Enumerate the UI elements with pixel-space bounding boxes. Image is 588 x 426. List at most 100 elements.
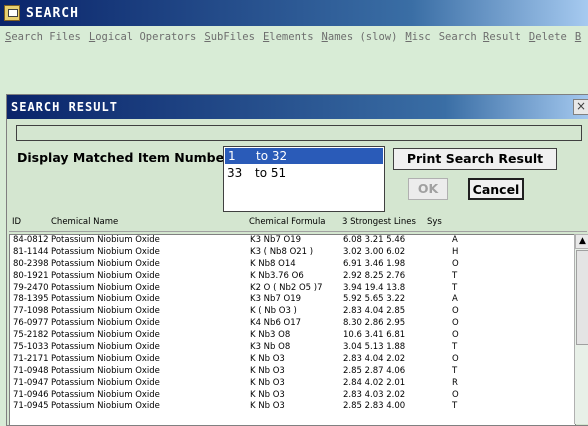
- menu-item[interactable]: Search Files: [5, 31, 81, 43]
- print-search-result-button[interactable]: Print Search Result: [393, 148, 557, 170]
- results-list[interactable]: 84-0812 Potassium Niobium Oxide K3 Nb7 O19…: [9, 234, 576, 426]
- col-chemical-formula[interactable]: Chemical Formula: [249, 217, 326, 227]
- cell-name: Potassium Niobium Oxide: [51, 306, 160, 317]
- table-row[interactable]: 80-2398 Potassium Niobium Oxide K Nb8 O14 6…: [10, 259, 575, 271]
- cell-lines: 10.6 3.41 6.81: [343, 330, 406, 341]
- cell-id: 76-0977: [13, 318, 49, 329]
- table-row[interactable]: 75-2182 Potassium Niobium Oxide K Nb3 O8 10…: [10, 330, 575, 342]
- title-bar: SEARCH: [0, 0, 588, 26]
- col-chemical-name[interactable]: Chemical Name: [51, 217, 118, 227]
- cell-name: Potassium Niobium Oxide: [51, 353, 160, 364]
- range-listbox[interactable]: 1 to 32 33 to 51: [223, 146, 385, 212]
- display-matched-label: Display Matched Item Number:: [17, 150, 236, 165]
- table-row[interactable]: 75-1033 Potassium Niobium Oxide K3 Nb O8 3.…: [10, 342, 575, 354]
- table-row[interactable]: 77-1098 Potassium Niobium Oxide K ( Nb O3 …: [10, 306, 575, 318]
- col-id[interactable]: ID: [12, 217, 21, 227]
- table-row[interactable]: 71-0948 Potassium Niobium Oxide K Nb O3 2.8…: [10, 366, 575, 378]
- cell-sys: A: [452, 235, 458, 245]
- table-row[interactable]: 84-0812 Potassium Niobium Oxide K3 Nb7 O19…: [10, 235, 575, 247]
- status-field: [16, 125, 582, 141]
- scroll-up-arrow-icon[interactable]: ▲: [575, 234, 588, 249]
- cell-formula: K3 Nb7 O19: [250, 294, 302, 305]
- cell-lines: 2.85 2.83 4.00: [343, 401, 406, 412]
- cell-lines: 2.92 8.25 2.76: [343, 270, 406, 281]
- vertical-scrollbar[interactable]: ▲: [574, 234, 588, 424]
- cell-id: 84-0812: [13, 235, 49, 245]
- table-row[interactable]: 79-2470 Potassium Niobium Oxide K2 O ( Nb2…: [10, 283, 575, 295]
- cell-sys: T: [452, 342, 458, 353]
- cell-name: Potassium Niobium Oxide: [51, 342, 160, 353]
- search-result-dialog: SEARCH RESULT × Display Matched Item Num…: [6, 94, 588, 426]
- cell-id: 71-0946: [13, 389, 49, 400]
- table-row[interactable]: 78-1395 Potassium Niobium Oxide K3 Nb7 O19…: [10, 294, 575, 306]
- cell-id: 78-1395: [13, 294, 49, 305]
- range-item[interactable]: 1 to 32: [225, 148, 383, 164]
- cell-name: Potassium Niobium Oxide: [51, 270, 160, 281]
- cell-sys: T: [452, 365, 458, 376]
- cell-formula: K Nb O3: [250, 377, 285, 388]
- cell-formula: K3 ( Nb8 O21 ): [250, 246, 314, 257]
- menu-item[interactable]: Elements: [263, 31, 314, 43]
- menu-item[interactable]: Names (slow): [322, 31, 398, 43]
- column-header: ID Chemical Name Chemical Formula 3 Stro…: [7, 217, 588, 231]
- cell-sys: H: [452, 246, 459, 257]
- menu-item[interactable]: Logical Operators: [89, 31, 196, 43]
- cell-sys: O: [452, 318, 459, 329]
- cell-formula: K Nb O3: [250, 401, 285, 412]
- cell-lines: 8.30 2.86 2.95: [343, 318, 406, 329]
- cell-name: Potassium Niobium Oxide: [51, 294, 160, 305]
- cell-formula: K4 Nb6 O17: [250, 318, 302, 329]
- menu-item[interactable]: Search Result: [439, 31, 521, 43]
- table-row[interactable]: 71-0945 Potassium Niobium Oxide K Nb O3 2.8…: [10, 401, 575, 413]
- table-row[interactable]: 81-1144 Potassium Niobium Oxide K3 ( Nb8 O…: [10, 247, 575, 259]
- table-row[interactable]: 76-0977 Potassium Niobium Oxide K4 Nb6 O17…: [10, 318, 575, 330]
- cell-id: 71-0948: [13, 365, 49, 376]
- col-sys[interactable]: Sys: [427, 217, 442, 227]
- cell-sys: T: [452, 282, 458, 293]
- cell-sys: A: [452, 294, 458, 305]
- cell-name: Potassium Niobium Oxide: [51, 389, 160, 400]
- close-icon[interactable]: ×: [573, 99, 588, 115]
- table-row[interactable]: 71-0946 Potassium Niobium Oxide K Nb O3 2.8…: [10, 390, 575, 402]
- cell-sys: O: [452, 258, 459, 269]
- cell-id: 77-1098: [13, 306, 49, 317]
- table-row[interactable]: 71-2171 Potassium Niobium Oxide K Nb O3 2.8…: [10, 354, 575, 366]
- cell-name: Potassium Niobium Oxide: [51, 330, 160, 341]
- cell-sys: O: [452, 353, 459, 364]
- cell-formula: K Nb3.76 O6: [250, 270, 304, 281]
- menu-item[interactable]: SubFiles: [204, 31, 255, 43]
- cell-lines: 2.84 4.02 2.01: [343, 377, 406, 388]
- range-item[interactable]: 33 to 51: [224, 165, 384, 181]
- cell-id: 75-2182: [13, 330, 49, 341]
- menu-item[interactable]: Delete: [529, 31, 567, 43]
- scroll-thumb[interactable]: [576, 250, 588, 345]
- app-icon: [4, 5, 20, 21]
- cell-name: Potassium Niobium Oxide: [51, 318, 160, 329]
- cell-name: Potassium Niobium Oxide: [51, 246, 160, 257]
- cell-formula: K Nb O3: [250, 389, 285, 400]
- cell-formula: K3 Nb7 O19: [250, 235, 302, 245]
- cell-sys: O: [452, 330, 459, 341]
- cell-id: 81-1144: [13, 246, 49, 257]
- menu-item[interactable]: B: [575, 31, 581, 43]
- cell-id: 71-2171: [13, 353, 49, 364]
- ok-button[interactable]: OK: [408, 178, 448, 200]
- cell-sys: T: [452, 401, 458, 412]
- cancel-button[interactable]: Cancel: [468, 178, 524, 200]
- table-row[interactable]: 80-1921 Potassium Niobium Oxide K Nb3.76 O…: [10, 271, 575, 283]
- cell-lines: 3.94 19.4 13.8: [343, 282, 406, 293]
- col-strongest-lines[interactable]: 3 Strongest Lines: [342, 217, 416, 227]
- cell-id: 71-0945: [13, 401, 49, 412]
- menu-bar: Search Files Logical Operators SubFiles Ele…: [0, 27, 588, 47]
- cell-lines: 3.04 5.13 1.88: [343, 342, 406, 353]
- cell-sys: R: [452, 377, 458, 388]
- cell-formula: K Nb O3: [250, 353, 285, 364]
- cell-lines: 2.83 4.04 2.02: [343, 353, 406, 364]
- cell-id: 80-2398: [13, 258, 49, 269]
- cell-name: Potassium Niobium Oxide: [51, 282, 160, 293]
- menu-item[interactable]: Misc: [405, 31, 430, 43]
- cell-lines: 6.08 3.21 5.46: [343, 235, 406, 245]
- table-row[interactable]: 71-0947 Potassium Niobium Oxide K Nb O3 2.8…: [10, 378, 575, 390]
- cell-formula: K ( Nb O3 ): [250, 306, 297, 317]
- header-divider: [9, 231, 587, 232]
